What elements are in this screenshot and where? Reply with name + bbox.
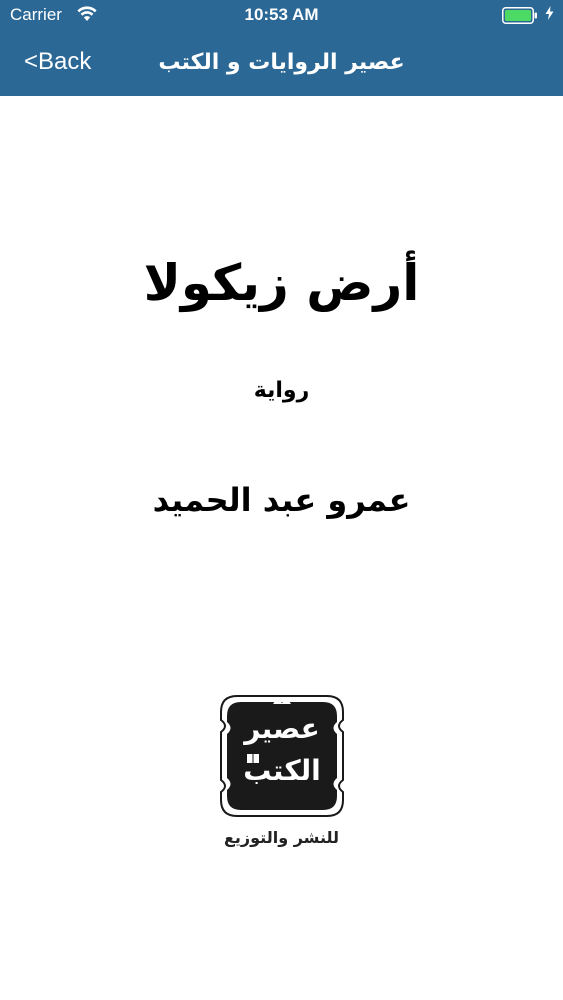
top-bar: Carrier 10:53 AM <Back عصير الروايات و ا… [0, 0, 563, 96]
book-cover-page[interactable]: أرض زيكولا رواية عمرو عبد الحميد عصير ال… [0, 96, 563, 1000]
nav-title: عصير الروايات و الكتب [158, 50, 405, 75]
book-author: عمرو عبد الحميد [152, 481, 411, 519]
logo-text-line1: عصير [244, 712, 320, 745]
logo-text-line2: الكتب [243, 754, 321, 787]
battery-icon [502, 7, 538, 29]
navigation-bar: <Back عصير الروايات و الكتب [0, 40, 563, 88]
publisher-logo: عصير الكتب [217, 692, 347, 820]
status-time: 10:53 AM [244, 5, 319, 24]
book-title: أرض زيكولا [143, 254, 420, 312]
publisher-tagline: للنشر والتوزيع [223, 828, 340, 847]
book-genre: رواية [253, 378, 310, 403]
status-bar: Carrier 10:53 AM [0, 0, 563, 32]
charging-icon [545, 6, 554, 23]
